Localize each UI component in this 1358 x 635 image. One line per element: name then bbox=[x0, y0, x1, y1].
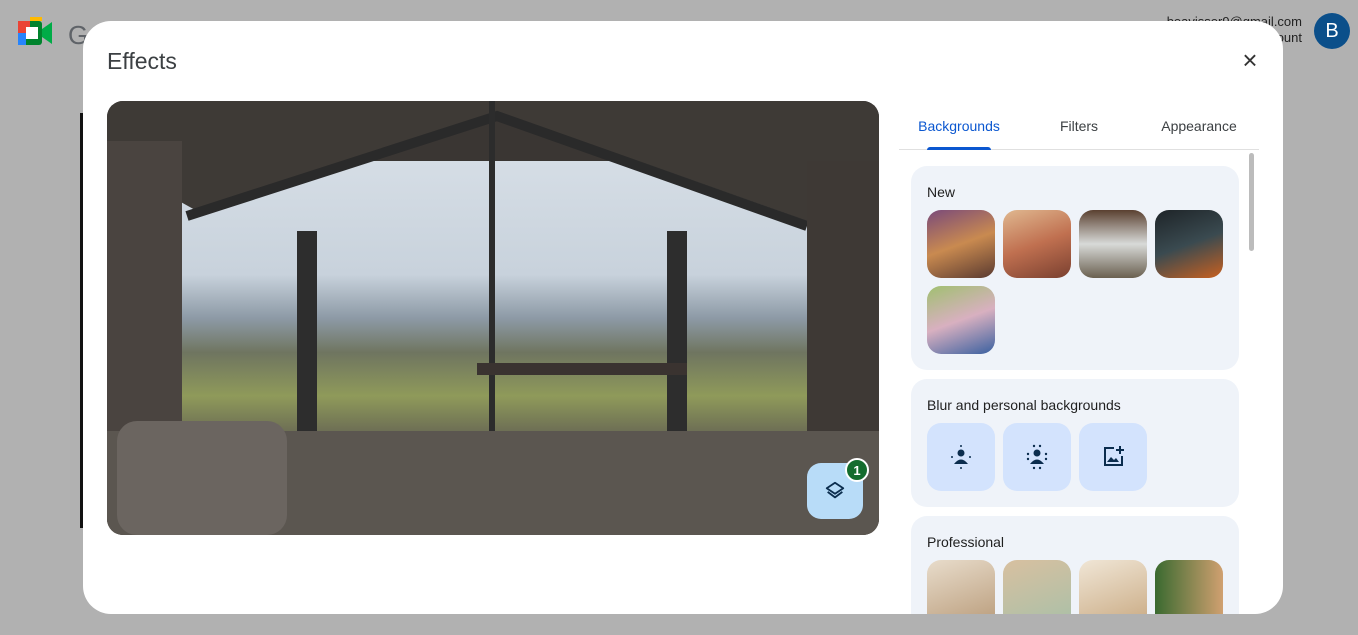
section-title: Blur and personal backgrounds bbox=[927, 397, 1121, 413]
background-thumb[interactable] bbox=[1079, 560, 1147, 614]
dialog-title: Effects bbox=[107, 48, 177, 74]
close-icon[interactable]: × bbox=[1238, 47, 1262, 73]
video-preview: 1 bbox=[107, 101, 879, 535]
backgrounds-panel: New Blur and personal backgrounds Profes… bbox=[911, 166, 1239, 614]
avatar[interactable]: B bbox=[1314, 13, 1350, 49]
blur-button[interactable] bbox=[1003, 423, 1071, 491]
upload-background-button[interactable] bbox=[1079, 423, 1147, 491]
section-blur: Blur and personal backgrounds bbox=[911, 379, 1239, 507]
tab-appearance[interactable]: Appearance bbox=[1139, 105, 1259, 149]
tab-filters[interactable]: Filters bbox=[1019, 105, 1139, 149]
section-new: New bbox=[911, 166, 1239, 370]
background-thumb[interactable] bbox=[927, 560, 995, 614]
section-title: New bbox=[927, 184, 956, 200]
cabin-background-image bbox=[107, 101, 879, 535]
background-thumb[interactable] bbox=[1155, 210, 1223, 278]
scrollbar[interactable] bbox=[1249, 153, 1254, 251]
background-thumb[interactable] bbox=[1003, 210, 1071, 278]
layers-count-badge: 1 bbox=[845, 458, 869, 482]
background-thumb[interactable] bbox=[1079, 210, 1147, 278]
background-thumb[interactable] bbox=[927, 286, 995, 354]
section-title: Professional bbox=[927, 534, 1005, 550]
tab-backgrounds[interactable]: Backgrounds bbox=[899, 105, 1019, 150]
background-thumb[interactable] bbox=[1155, 560, 1223, 614]
effects-tabs: Backgrounds Filters Appearance bbox=[899, 105, 1259, 150]
slight-blur-button[interactable] bbox=[927, 423, 995, 491]
background-thumb[interactable] bbox=[927, 210, 995, 278]
blur-icon bbox=[1026, 444, 1048, 470]
slight-blur-icon bbox=[951, 445, 971, 469]
effects-dialog: Effects × 1 Backgrounds Filters Appearan… bbox=[83, 21, 1283, 614]
add-image-icon bbox=[1104, 446, 1124, 466]
layers-icon bbox=[825, 481, 845, 499]
section-professional: Professional bbox=[911, 516, 1239, 614]
background-thumb[interactable] bbox=[1003, 560, 1071, 614]
meet-logo bbox=[18, 17, 52, 45]
